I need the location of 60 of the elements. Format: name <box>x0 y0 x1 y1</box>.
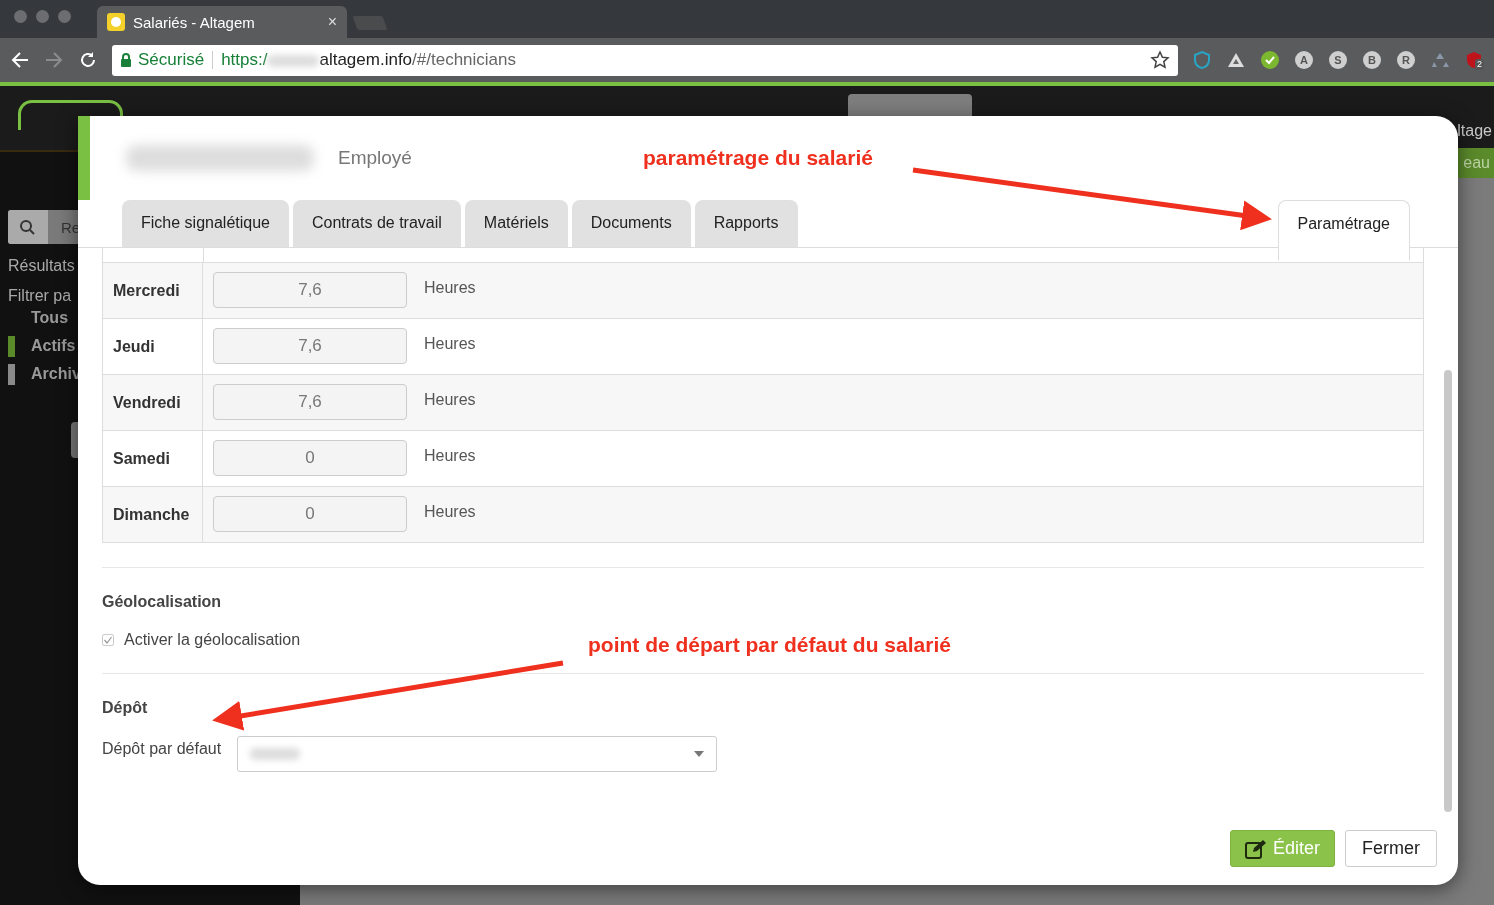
window-control[interactable] <box>36 9 49 23</box>
extension-icon[interactable]: R <box>1396 50 1416 70</box>
hours-field[interactable]: 7,6 <box>213 383 407 420</box>
tab[interactable]: Rapports <box>694 200 798 247</box>
window-control[interactable] <box>58 9 71 23</box>
unit-label: Heures <box>424 334 476 353</box>
day-label: Mercredi <box>103 263 203 318</box>
star-icon <box>1150 50 1170 70</box>
browser-tab[interactable]: Salariés - Altagem × <box>97 6 347 38</box>
security-label: Sécurisé <box>138 50 205 70</box>
day-label: Vendredi <box>103 375 203 430</box>
tab-title: Salariés - Altagem <box>133 13 256 31</box>
checkbox[interactable] <box>102 634 114 646</box>
reload-icon <box>78 50 98 70</box>
search-icon <box>8 210 48 244</box>
checkbox-label: Activer la géolocalisation <box>124 631 301 649</box>
lock-icon <box>120 53 132 67</box>
filter-item[interactable]: Actifs <box>31 337 76 355</box>
unit-label: Heures <box>424 390 476 409</box>
section-heading: Géolocalisation <box>102 593 223 611</box>
edit-icon <box>1244 838 1267 859</box>
background-text: ltage <box>1457 122 1492 140</box>
day-label: Dimanche <box>103 487 203 542</box>
scrollbar[interactable] <box>1444 370 1452 812</box>
background-text: eau <box>1455 148 1494 178</box>
back-icon <box>10 50 30 70</box>
extension-icon[interactable]: S <box>1328 50 1348 70</box>
extension-icon[interactable]: A <box>1294 50 1314 70</box>
section-heading: Dépôt <box>102 699 149 717</box>
unit-label: Heures <box>424 502 476 521</box>
tab[interactable]: Fiche signalétique <box>122 200 289 247</box>
close-icon[interactable]: × <box>327 13 337 31</box>
field-label: Dépôt par défaut <box>102 739 222 759</box>
unit-label: Heures <box>424 446 476 465</box>
app-logo-icon <box>107 13 125 31</box>
window-control[interactable] <box>14 9 27 23</box>
url-text: https:/ altagem.info/#/technicians <box>221 50 518 70</box>
depot-dropdown[interactable] <box>237 736 718 772</box>
tab[interactable]: Contrats de travail <box>292 200 461 247</box>
hours-field[interactable]: 7,6 <box>213 271 407 308</box>
hours-field[interactable]: 0 <box>213 495 407 532</box>
employee-role: Employé <box>338 147 412 169</box>
extension-icon[interactable]: B <box>1362 50 1382 70</box>
extension-badge-icon[interactable]: 2 <box>1464 50 1484 70</box>
filter-item[interactable]: Tous <box>31 309 69 327</box>
close-button[interactable]: Fermer <box>1345 830 1437 867</box>
forward-icon <box>44 50 64 70</box>
tab[interactable]: Documents <box>571 200 691 247</box>
address-bar[interactable]: Sécurisé https:/ altagem.info/#/technicians <box>112 44 1178 76</box>
tab[interactable]: Matériels <box>464 200 568 247</box>
sidebar-text: Filtrer pa <box>8 288 72 304</box>
hours-field[interactable]: 0 <box>213 439 407 476</box>
caret-icon <box>694 751 705 757</box>
extension-icon[interactable] <box>1260 50 1280 70</box>
sidebar-text: Résultats <box>8 258 75 274</box>
tab[interactable]: Paramétrage <box>1277 200 1410 261</box>
unit-label: Heures <box>424 278 476 297</box>
annotation-text: paramétrage du salarié <box>643 146 873 170</box>
annotation-text: point de départ par défaut du salarié <box>588 633 951 657</box>
hours-field[interactable]: 7,6 <box>213 327 407 364</box>
